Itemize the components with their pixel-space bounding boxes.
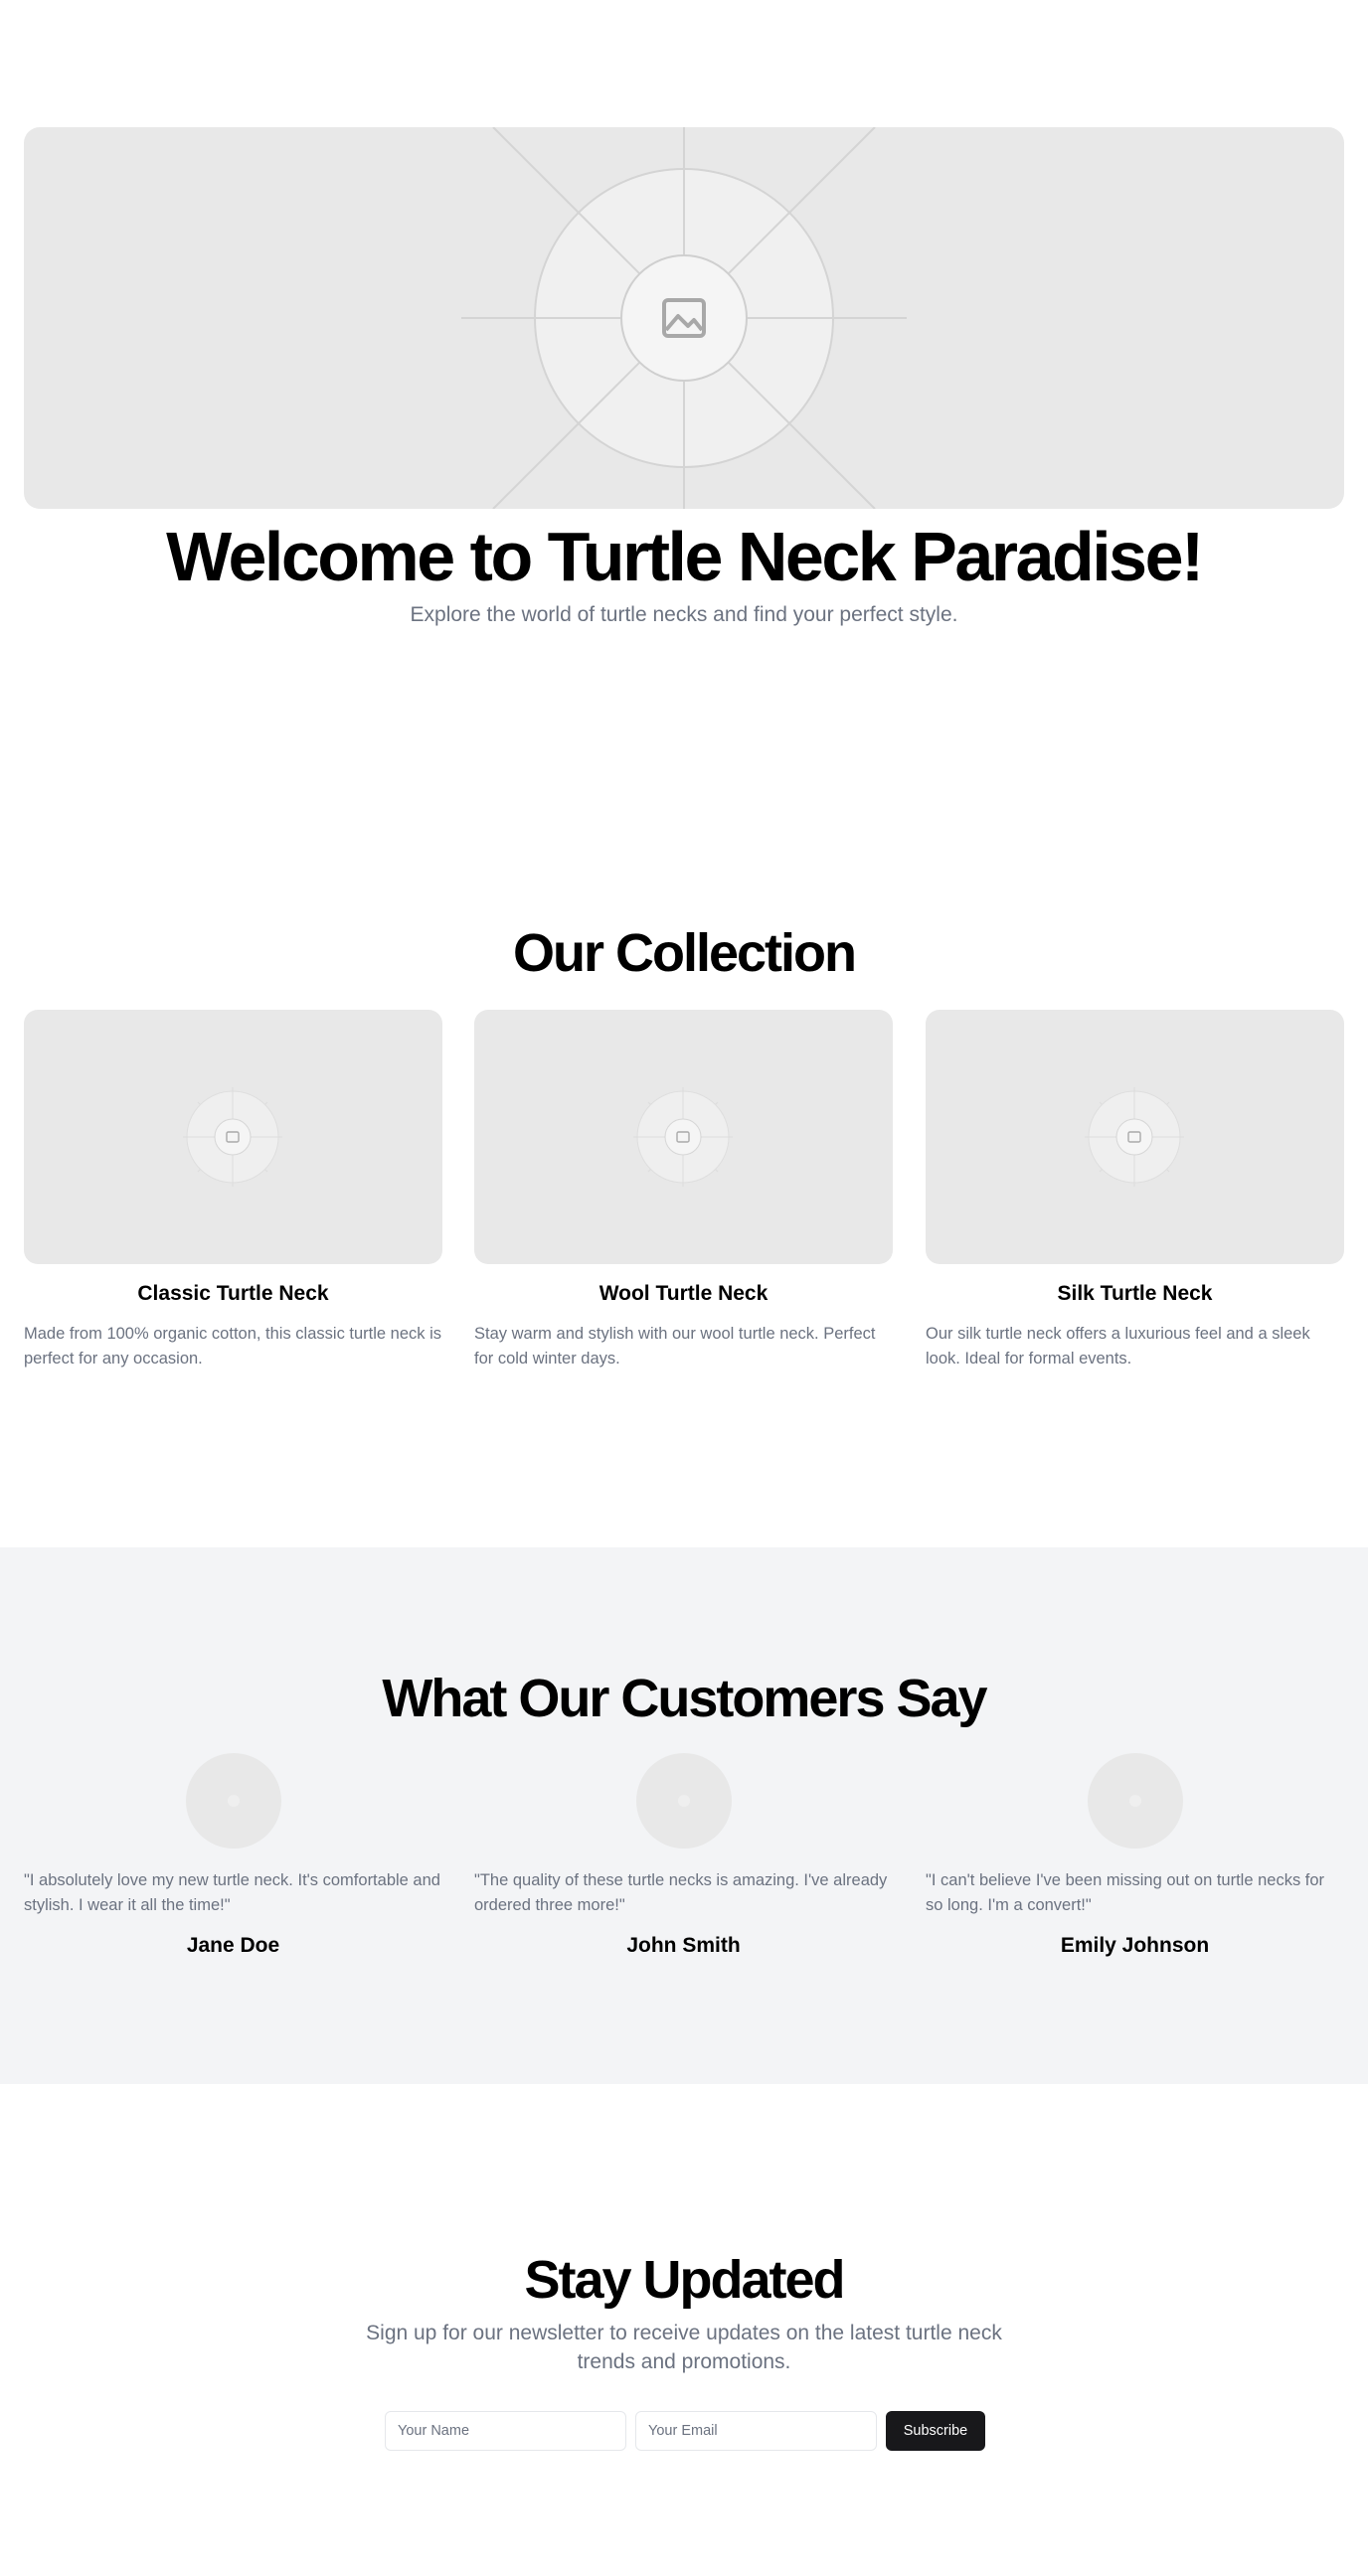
testimonial-card: "I absolutely love my new turtle neck. I…: [24, 1753, 442, 1960]
email-input[interactable]: [635, 2411, 877, 2451]
collection-title: Our Collection: [512, 923, 857, 983]
testimonial-quote: "I absolutely love my new turtle neck. I…: [24, 1871, 440, 1914]
testimonials-title: What Our Customers Say: [382, 1669, 987, 1728]
product-description: Made from 100% organic cotton, this clas…: [24, 1325, 442, 1368]
newsletter-title: Stay Updated: [524, 2250, 845, 2310]
newsletter-form: Subscribe: [385, 2411, 985, 2451]
product-name: Wool Turtle Neck: [598, 1282, 769, 1305]
hero-section: Welcome to Turtle Neck Paradise! Explore…: [0, 0, 1368, 815]
hero-image: [24, 127, 1344, 509]
product-card[interactable]: Silk Turtle Neck Our silk turtle neck of…: [926, 1010, 1344, 1371]
image-placeholder-icon: [461, 127, 907, 509]
testimonial-card: "I can't believe I've been missing out o…: [926, 1753, 1344, 1960]
image-placeholder-icon: [633, 1087, 733, 1187]
product-name: Classic Turtle Neck: [137, 1282, 329, 1305]
testimonial-author: Jane Doe: [186, 1934, 280, 1957]
product-image: [926, 1010, 1344, 1264]
avatar: [1087, 1753, 1183, 1849]
product-image: [474, 1010, 893, 1264]
product-name: Silk Turtle Neck: [1057, 1282, 1213, 1305]
avatar: [635, 1753, 732, 1849]
product-description: Our silk turtle neck offers a luxurious …: [926, 1325, 1310, 1368]
name-input[interactable]: [385, 2411, 626, 2451]
product-description: Stay warm and stylish with our wool turt…: [474, 1325, 876, 1368]
image-placeholder-icon: [1085, 1087, 1184, 1187]
image-placeholder-icon: [183, 1087, 282, 1187]
testimonial-quote: "I can't believe I've been missing out o…: [926, 1871, 1325, 1914]
newsletter-section: Stay Updated Sign up for our newsletter …: [0, 2084, 1368, 2576]
collection-section: Our Collection Classic Turtle Neck Made …: [0, 815, 1368, 1547]
product-card[interactable]: Classic Turtle Neck Made from 100% organ…: [24, 1010, 442, 1371]
avatar: [185, 1753, 281, 1849]
testimonial-card: "The quality of these turtle necks is am…: [474, 1753, 893, 1960]
product-image: [24, 1010, 442, 1264]
testimonial-quote: "The quality of these turtle necks is am…: [474, 1871, 888, 1914]
testimonials-section: What Our Customers Say "I absolutely lov…: [0, 1547, 1368, 2084]
hero-title: Welcome to Turtle Neck Paradise!: [166, 518, 1204, 595]
testimonial-author: Emily Johnson: [1060, 1934, 1210, 1957]
newsletter-subtitle: Sign up for our newsletter to receive up…: [366, 2322, 1002, 2373]
subscribe-button[interactable]: Subscribe: [886, 2411, 985, 2451]
testimonial-author: John Smith: [626, 1934, 741, 1957]
product-card[interactable]: Wool Turtle Neck Stay warm and stylish w…: [474, 1010, 893, 1371]
hero-subtitle: Explore the world of turtle necks and fi…: [410, 603, 958, 626]
